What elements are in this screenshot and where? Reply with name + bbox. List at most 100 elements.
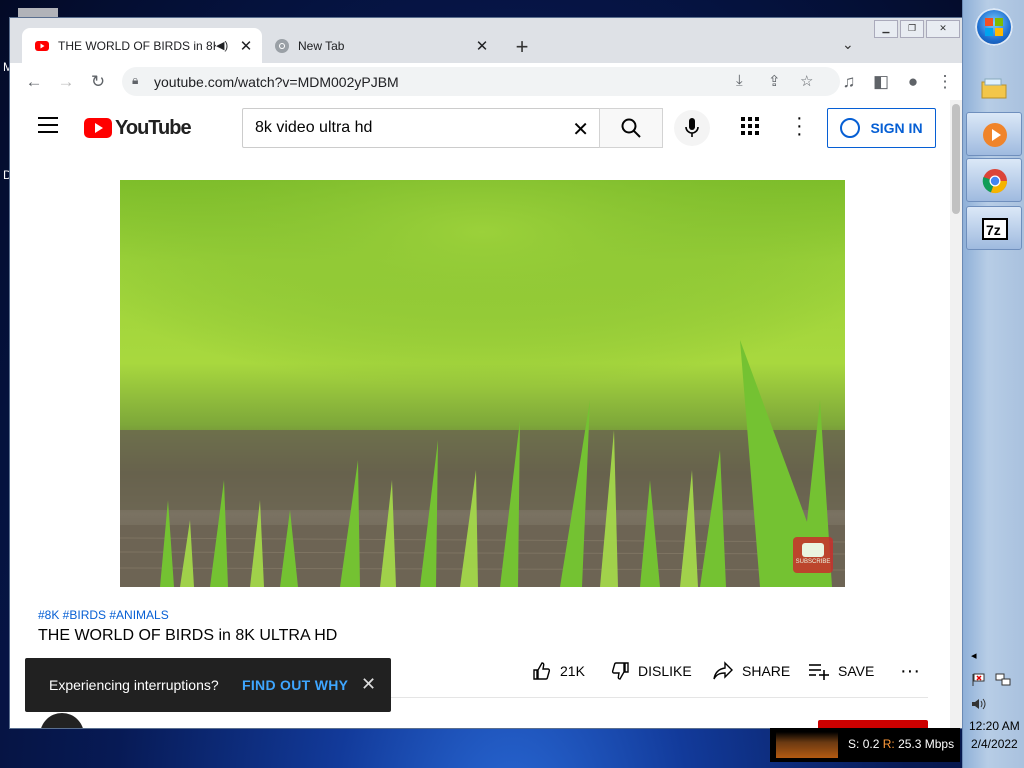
show-hidden-icons-arrow-icon[interactable]: ◂ (971, 649, 977, 662)
sign-in-label: SIGN IN (870, 120, 923, 136)
7zip-icon: 7z (982, 218, 1008, 240)
search-input[interactable]: 8k video ultra hd ✕ (242, 108, 600, 148)
chrome-icon (982, 169, 1008, 194)
flag-alert-icon[interactable] (971, 673, 987, 687)
share-page-icon[interactable]: ⇪ (768, 72, 781, 90)
clear-search-icon[interactable]: ✕ (572, 117, 589, 142)
interruptions-toast: Experiencing interruptions? FIND OUT WHY… (25, 658, 391, 712)
media-control-icon[interactable]: ♫ (838, 71, 860, 93)
bookmark-star-icon[interactable]: ☆ (800, 72, 813, 90)
tab-youtube[interactable]: THE WORLD OF BIRDS in 8K ULTRA HD ◀) ✕ (22, 28, 262, 63)
subscribe-button[interactable] (818, 720, 928, 728)
audio-playing-icon[interactable]: ◀) (216, 39, 232, 52)
thumbs-up-icon (533, 662, 551, 680)
scrollbar-thumb[interactable] (952, 104, 960, 214)
channel-avatar[interactable] (40, 713, 84, 728)
maximize-button[interactable]: ❐ (900, 20, 924, 38)
search-input-value[interactable]: 8k video ultra hd (255, 119, 372, 137)
youtube-favicon-icon (35, 40, 49, 51)
page-scrollbar[interactable] (950, 100, 962, 728)
back-arrow-icon[interactable]: ← (23, 71, 45, 93)
microphone-icon (685, 118, 699, 137)
send-label: S: (848, 737, 860, 751)
like-count: 21K (560, 663, 585, 679)
start-button[interactable] (975, 8, 1013, 46)
add-to-playlist-icon (809, 664, 829, 680)
close-tab-icon[interactable]: ✕ (472, 37, 492, 55)
taskbar-7zip[interactable]: 7z (966, 206, 1022, 250)
toast-message: Experiencing interruptions? (49, 677, 219, 693)
close-toast-icon[interactable]: ✕ (361, 674, 376, 695)
network-icon[interactable] (995, 673, 1011, 687)
chrome-window: THE WORLD OF BIRDS in 8K ULTRA HD ◀) ✕ N… (10, 18, 962, 728)
youtube-header: YouTube 8k video ultra hd ✕ · · · SIGN IN (10, 100, 950, 156)
thumbs-down-icon (611, 662, 629, 680)
hamburger-menu-icon[interactable] (38, 117, 58, 133)
close-window-button[interactable]: ✕ (926, 20, 960, 38)
share-label: SHARE (742, 663, 791, 679)
tab-search-chevron-icon[interactable]: ⌄ (842, 36, 854, 53)
tab-title: THE WORLD OF BIRDS in 8K ULTRA HD (58, 38, 216, 53)
youtube-play-icon (802, 543, 824, 557)
subscribe-watermark-label: SUBSCRIBE (795, 559, 831, 565)
clock-time[interactable]: 12:20 AM (969, 719, 1020, 733)
reload-icon[interactable]: ↻ (87, 71, 109, 93)
video-hashtags[interactable]: #8K #BIRDS #ANIMALS (38, 608, 169, 622)
svg-text:7z: 7z (986, 222, 1001, 238)
user-avatar-icon (840, 118, 861, 138)
video-player[interactable]: SUBSCRIBE (120, 180, 845, 587)
folder-icon (981, 78, 1007, 99)
install-app-icon[interactable]: ⤓ (736, 72, 743, 89)
windows-taskbar: 7z ◂ 12:20 AM 2/4/2022 (962, 0, 1024, 768)
save-button[interactable]: SAVE (808, 660, 874, 682)
volume-icon[interactable] (971, 697, 987, 711)
side-panel-icon[interactable]: ◧ (870, 71, 892, 93)
settings-more-icon[interactable]: · · · (796, 108, 803, 144)
windows-logo-icon (985, 18, 1003, 36)
forward-arrow-icon[interactable]: → (55, 71, 77, 93)
recv-rate: 25.3 Mbps (898, 737, 955, 751)
recv-label: R: (882, 737, 895, 751)
dislike-label: DISLIKE (638, 663, 692, 679)
url-text[interactable]: youtube.com/watch?v=MDM002yPJBM (154, 74, 399, 90)
apps-grid-icon[interactable] (741, 117, 759, 135)
search-icon (621, 118, 641, 138)
network-graph (776, 732, 838, 758)
sign-in-button[interactable]: SIGN IN (827, 108, 936, 148)
more-actions-icon[interactable]: ··· (900, 660, 920, 682)
profile-icon[interactable]: ● (902, 71, 924, 93)
network-readout: S: 0.2 R: 25.3 Mbps (848, 737, 954, 751)
taskbar-chrome[interactable] (966, 158, 1022, 202)
taskbar-file-explorer[interactable] (966, 66, 1022, 110)
share-button[interactable]: SHARE (712, 660, 790, 682)
send-rate: 0.2 (862, 737, 880, 751)
taskbar-media-player[interactable] (966, 112, 1022, 156)
video-frame-grass (120, 180, 845, 587)
chrome-menu-icon[interactable]: ⋮ (934, 71, 956, 93)
lock-icon[interactable]: 🔒︎ (132, 73, 138, 88)
subscribe-watermark[interactable]: SUBSCRIBE (793, 537, 833, 573)
youtube-logo[interactable]: YouTube (84, 116, 192, 140)
video-title: THE WORLD OF BIRDS in 8K ULTRA HD (38, 627, 338, 644)
dislike-button[interactable]: DISLIKE (610, 660, 692, 682)
tab-new-tab[interactable]: New Tab ✕ (262, 28, 498, 63)
youtube-play-icon (84, 118, 112, 138)
address-bar[interactable]: 🔒︎ youtube.com/watch?v=MDM002yPJBM ⤓ ⇪ ☆ (122, 67, 840, 96)
find-out-why-link[interactable]: FIND OUT WHY (242, 677, 348, 693)
clock-date[interactable]: 2/4/2022 (971, 737, 1018, 751)
chrome-favicon-icon (275, 38, 289, 53)
network-monitor: S: 0.2 R: 25.3 Mbps (770, 728, 960, 762)
tab-title: New Tab (298, 38, 345, 53)
voice-search-button[interactable] (674, 110, 710, 146)
tab-strip: THE WORLD OF BIRDS in 8K ULTRA HD ◀) ✕ N… (10, 18, 962, 63)
media-player-icon (983, 123, 1007, 147)
minimize-button[interactable]: ▁ (874, 20, 898, 38)
share-arrow-icon (713, 661, 733, 680)
save-label: SAVE (838, 663, 875, 679)
new-tab-button[interactable]: + (510, 34, 534, 60)
divider (390, 697, 928, 698)
youtube-logo-text: YouTube (115, 116, 192, 139)
close-tab-icon[interactable]: ✕ (236, 37, 256, 55)
like-button[interactable]: 21K (532, 660, 585, 682)
search-button[interactable] (599, 108, 663, 148)
